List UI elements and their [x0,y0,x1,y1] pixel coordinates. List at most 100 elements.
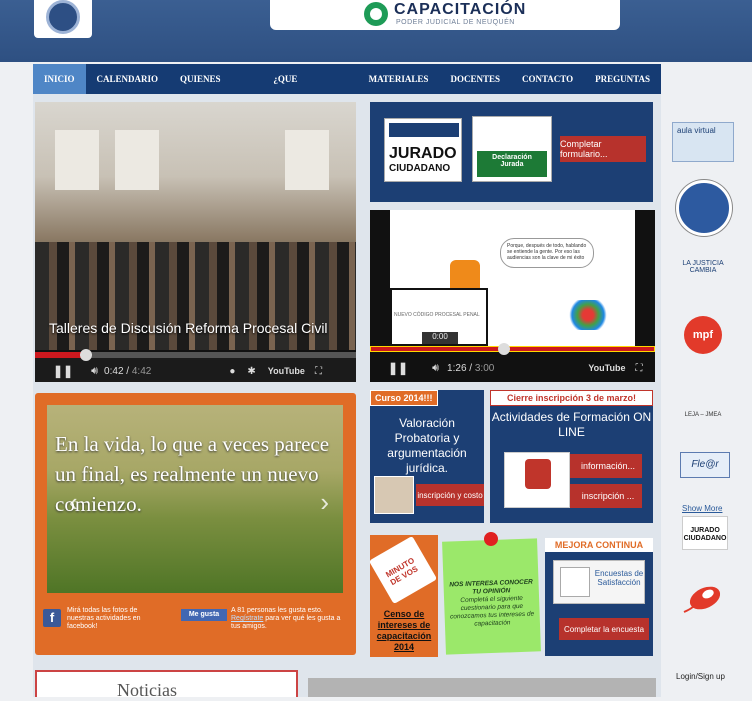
like-count: A 81 personas les gusta esto. [231,607,323,614]
curso-text: Valoración Probatoria y argumentación ju… [387,416,467,475]
seal-icon [46,0,80,34]
pause-icon[interactable]: ❚❚ [388,361,408,375]
volume-icon[interactable]: 🔊︎ [432,362,439,375]
jurado-ciudadano-box: JURADO CIUDADANO Declaración Jurada Compl… [370,102,653,202]
facebook-like-button[interactable]: Me gusta [181,609,227,621]
flear-link[interactable]: Fle@r [680,452,730,478]
youtube-logo[interactable]: YouTube [588,363,625,373]
minuto-logo-text: MINUTO DE VOS [384,555,420,588]
aula-virtual-link[interactable]: aula virtual [672,122,734,162]
brand-title: CAPACITACIÓN [394,1,527,18]
time-separator: / [123,365,132,377]
window [55,130,99,190]
image-slider: En la vida, lo que a veces parece un fin… [35,393,356,655]
mpf-link[interactable]: mpf [684,316,722,354]
noticias-box: Noticias [35,670,298,700]
mini-time: 0:00 [422,332,458,344]
nav-quienes-somos[interactable]: QUIENES SOMOS [169,64,262,114]
censo-link[interactable]: Censo de intereses de capacitación 2014 [370,609,438,653]
coat-of-arms-icon [525,459,551,489]
capacitacion-logo-icon [364,2,388,26]
inscripcion-costo-button[interactable]: inscripción y costo [416,484,484,506]
mejora-continua-box: MEJORA CONTINUA Encuestas de Satisfacció… [545,538,653,656]
judicial-seal-logo[interactable] [34,0,92,38]
poder-judicial-seal-link[interactable] [676,180,732,236]
video-title: Talleres de Discusión Reforma Procesal C… [49,320,328,336]
video-screen[interactable]: Porque, después de todo, hablando se ent… [390,210,635,346]
people-network-icon [566,300,610,330]
la-justicia-cambia-link[interactable]: LA JUSTICIA CAMBIA [672,246,734,298]
related-video-thumbnail[interactable]: NUEVO CÓDIGO PROCESAL PENAL 0:00 [390,288,488,346]
time-current: 1:26 [447,362,467,374]
mini-title: NUEVO CÓDIGO PROCESAL PENAL [394,312,480,318]
time-total: 4:42 [131,365,152,377]
computer-mouse-icon[interactable] [678,578,732,616]
logo-bar [389,123,459,137]
fullscreen-icon[interactable]: ⛶ [315,366,322,377]
completar-formulario-button[interactable]: Completar formulario... [560,136,646,162]
slider-next-icon[interactable]: › [320,487,329,518]
cierre-inscripcion-tag: Cierre inscripción 3 de marzo! [490,390,653,406]
capacitacion-banner[interactable]: CAPACITACIÓN PODER JUDICIAL DE NEUQUÉN [270,0,620,30]
actividades-text: Actividades de Formación ON LINE [491,410,652,439]
jurado-ciudadano-logo[interactable]: JURADO CIUDADANO [384,118,462,182]
main-nav: INICIO CALENDARIO QUIENES SOMOS ¿QUE HAC… [33,64,661,114]
youtube-logo[interactable]: YouTube [268,366,305,376]
video-thumbnail[interactable]: Talleres de Discusión Reforma Procesal C… [35,102,356,350]
note-heading: NOS INTERESA CONOCER TU OPINIÓN [449,578,533,596]
nav-preguntas[interactable]: PREGUNTAS [584,64,661,94]
jur-line1: JURADO [690,527,720,534]
nav-materiales[interactable]: MATERIALES [358,64,440,94]
encuestas-text: Encuestas de Satisfacción [594,569,644,587]
checklist-icon [560,567,590,597]
video2-progress-bar[interactable] [370,343,655,355]
time-total: 3:00 [474,362,495,374]
time-separator: / [466,362,475,374]
video-player-codigo-procesal[interactable]: Porque, después de todo, hablando se ent… [370,210,655,382]
nav-que-hacemos[interactable]: ¿QUE HACEMOS? [262,64,357,114]
completar-encuesta-button[interactable]: Completar la encuesta [559,618,649,640]
pause-icon[interactable]: ❚❚ [53,364,73,378]
window [285,130,329,190]
progress-fill [35,352,87,358]
declaracion-line1: Declaración [492,154,532,161]
registrate-link[interactable]: Regístrate [231,615,263,622]
mejora-tag: MEJORA CONTINUA [545,538,653,552]
emblem-image [504,452,570,508]
volume-icon[interactable]: 🔊︎ [91,365,98,378]
nav-calendario[interactable]: CALENDARIO [86,64,170,94]
nav-docentes[interactable]: DOCENTES [439,64,511,94]
actividades-online-box: Cierre inscripción 3 de marzo! Actividad… [490,390,653,523]
leja-link[interactable]: LEJA – JMEA [672,382,734,422]
nav-contacto[interactable]: CONTACTO [511,64,584,94]
speech-bubble: Porque, después de todo, hablando se ent… [500,238,594,268]
settings-icon[interactable]: ✱ [247,366,255,377]
video-progress-bar[interactable] [35,349,356,361]
progress-fill [371,347,504,351]
window [115,130,159,190]
nav-inicio[interactable]: INICIO [33,64,86,94]
jurado-logo-line2: CIUDADANO [389,163,451,174]
curso-thumbnail[interactable] [374,476,414,514]
fullscreen-icon[interactable]: ⛶ [636,363,643,374]
jurado-ciudadano-sidebar-link[interactable]: JURADO CIUDADANO [682,516,728,550]
opinion-sticky-note[interactable]: NOS INTERESA CONOCER TU OPINIÓN Completá … [442,531,541,655]
facebook-icon[interactable]: f [43,609,61,627]
declaracion-jurada-image[interactable]: Declaración Jurada [472,116,552,182]
encuestas-card[interactable]: Encuestas de Satisfacción [553,560,645,604]
note-text: NOS INTERESA CONOCER TU OPINIÓN Completá … [447,578,536,629]
facebook-text[interactable]: Mirá todas las fotos de nuestras activid… [67,607,147,631]
time-current: 0:42 [104,365,124,377]
pushpin-icon [483,531,499,547]
watch-later-icon[interactable]: ● [229,366,235,377]
curso-tag: Curso 2014!!! [370,390,438,406]
brand-subtitle: PODER JUDICIAL DE NEUQUÉN [396,19,515,26]
noticias-heading: Noticias [117,680,177,700]
minuto-de-vos-logo[interactable]: MINUTO DE VOS [368,535,438,605]
video-player-talleres[interactable]: Talleres de Discusión Reforma Procesal C… [35,102,356,382]
censo-box: MINUTO DE VOS Censo de intereses de capa… [368,535,438,657]
login-signup-link[interactable]: Login/Sign up [676,672,725,681]
slider-image[interactable]: En la vida, lo que a veces parece un fin… [47,405,343,593]
show-more-link[interactable]: Show More [682,504,722,513]
slider-prev-icon[interactable]: ‹ [69,487,78,518]
